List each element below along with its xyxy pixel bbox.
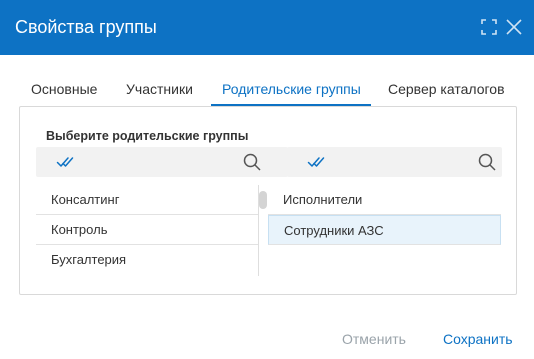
maximize-icon[interactable] bbox=[479, 17, 499, 37]
list-item-selected[interactable]: Сотрудники АЗС bbox=[268, 215, 501, 245]
tab-directory-server[interactable]: Сервер каталогов bbox=[388, 78, 505, 106]
tab-members[interactable]: Участники bbox=[126, 78, 193, 106]
save-button[interactable]: Сохранить bbox=[443, 331, 513, 347]
check-all-icon[interactable] bbox=[307, 153, 325, 171]
parent-groups-panel: Выберите родительские группы Консалтинг … bbox=[19, 106, 517, 295]
tab-general[interactable]: Основные bbox=[31, 78, 97, 106]
close-icon[interactable] bbox=[504, 17, 524, 37]
tab-bar: Основные Участники Родительские группы С… bbox=[20, 78, 516, 106]
available-groups-toolbar bbox=[36, 147, 288, 177]
list-item[interactable]: Исполнители bbox=[268, 185, 501, 215]
tab-parent-groups[interactable]: Родительские группы bbox=[211, 78, 371, 106]
panel-label: Выберите родительские группы bbox=[46, 129, 249, 143]
selected-groups-list: Исполнители Сотрудники АЗС bbox=[268, 185, 501, 245]
selected-groups-toolbar bbox=[287, 147, 502, 177]
list-item[interactable]: Бухгалтерия bbox=[36, 245, 258, 275]
available-groups-list: Консалтинг Контроль Бухгалтерия bbox=[36, 185, 259, 276]
scrollbar[interactable] bbox=[258, 185, 268, 276]
check-all-icon[interactable] bbox=[56, 153, 74, 171]
search-icon[interactable] bbox=[242, 152, 262, 172]
search-icon[interactable] bbox=[477, 152, 497, 172]
cancel-button[interactable]: Отменить bbox=[342, 331, 406, 347]
scrollbar-thumb[interactable] bbox=[259, 191, 267, 209]
dialog-titlebar: Свойства группы bbox=[0, 0, 534, 55]
list-item[interactable]: Контроль bbox=[36, 215, 258, 245]
dialog-title: Свойства группы bbox=[15, 17, 157, 37]
list-item[interactable]: Консалтинг bbox=[36, 185, 258, 215]
